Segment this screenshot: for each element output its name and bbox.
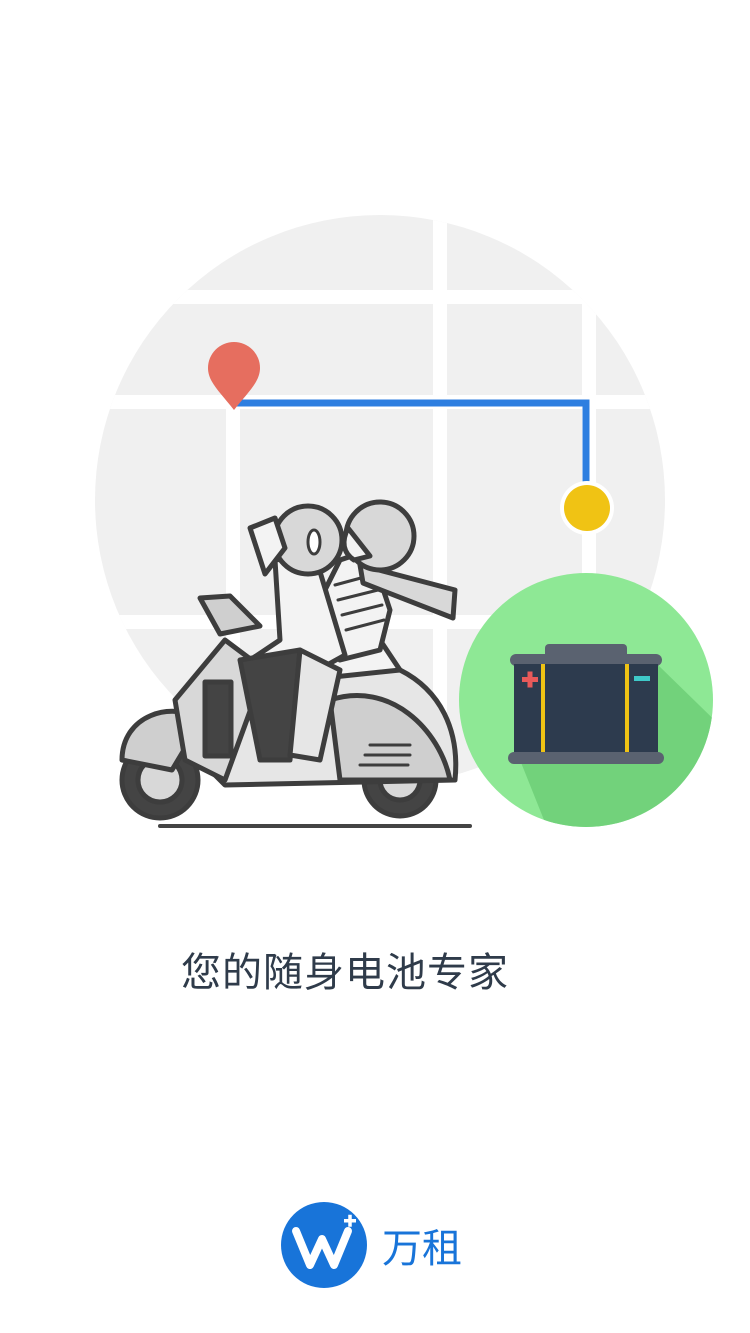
- brand-lockup: 万租: [280, 1200, 462, 1290]
- brand-name: 万租: [382, 1226, 462, 1272]
- tagline: 您的随身电池专家: [181, 950, 509, 996]
- onboarding-illustration: [0, 0, 750, 860]
- battery-icon: [459, 573, 713, 827]
- destination-dot-icon: [560, 481, 614, 535]
- brand-logo-icon: [281, 1202, 367, 1288]
